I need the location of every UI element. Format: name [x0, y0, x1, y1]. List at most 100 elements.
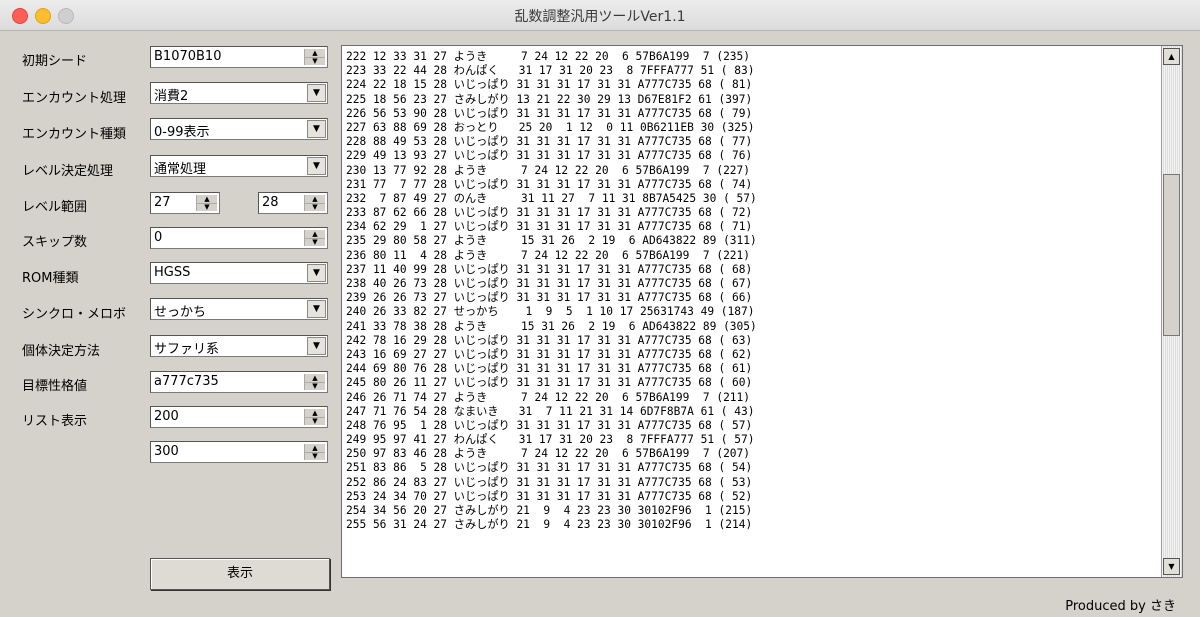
- spin-down-icon[interactable]: ▼: [305, 203, 325, 211]
- list-item[interactable]: 232 7 87 49 27 のんき 31 11 27 7 11 31 8B7A…: [346, 192, 1158, 206]
- spin-down-icon[interactable]: ▼: [305, 57, 325, 65]
- list-count-spinner[interactable]: ▲ ▼: [304, 444, 325, 460]
- list-count-input[interactable]: 300 ▲ ▼: [150, 441, 328, 463]
- list-item[interactable]: 247 71 76 54 28 なまいき 31 7 11 21 31 14 6D…: [346, 405, 1158, 419]
- list-item[interactable]: 243 16 69 27 27 いじっぱり 31 31 31 17 31 31 …: [346, 348, 1158, 362]
- vertical-scrollbar[interactable]: ▲ ▼: [1161, 46, 1182, 577]
- list-item[interactable]: 226 56 53 90 28 いじっぱり 31 31 31 17 31 31 …: [346, 107, 1158, 121]
- list-item[interactable]: 238 40 26 73 28 いじっぱり 31 31 31 17 31 31 …: [346, 277, 1158, 291]
- seed-input[interactable]: B1070B10 ▲ ▼: [150, 46, 328, 68]
- list-item[interactable]: 254 34 56 20 27 さみしがり 21 9 4 23 23 30 30…: [346, 504, 1158, 518]
- list-item[interactable]: 240 26 33 82 27 せっかち 1 9 5 1 10 17 25631…: [346, 305, 1158, 319]
- scroll-up-icon[interactable]: ▲: [1163, 48, 1180, 65]
- rom-type-select[interactable]: HGSS ▼: [150, 262, 328, 284]
- level-min-spinner[interactable]: ▲ ▼: [196, 195, 217, 211]
- target-value-input[interactable]: a777c735 ▲ ▼: [150, 371, 328, 393]
- list-display-label: リスト表示: [22, 414, 88, 429]
- scrollbar-thumb[interactable]: [1163, 174, 1180, 336]
- level-process-label: レベル決定処理: [22, 164, 114, 179]
- results-listbox[interactable]: 222 12 33 31 27 ようき 7 24 12 22 20 6 57B6…: [341, 45, 1183, 578]
- list-item[interactable]: 244 69 80 76 28 いじっぱり 31 31 31 17 31 31 …: [346, 362, 1158, 376]
- title-bar: 乱数調整汎用ツールVer1.1: [0, 0, 1200, 31]
- list-item[interactable]: 253 24 34 70 27 いじっぱり 31 31 31 17 31 31 …: [346, 490, 1158, 504]
- spin-down-icon[interactable]: ▼: [197, 203, 217, 211]
- list-item[interactable]: 251 83 86 5 28 いじっぱり 31 31 31 17 31 31 A…: [346, 461, 1158, 475]
- list-item[interactable]: 222 12 33 31 27 ようき 7 24 12 22 20 6 57B6…: [346, 50, 1158, 64]
- target-value-spinner[interactable]: ▲ ▼: [304, 374, 325, 390]
- list-item[interactable]: 242 78 16 29 28 いじっぱり 31 31 31 17 31 31 …: [346, 334, 1158, 348]
- list-item[interactable]: 235 29 80 58 27 ようき 15 31 26 2 19 6 AD64…: [346, 234, 1158, 248]
- window-title: 乱数調整汎用ツールVer1.1: [514, 9, 686, 25]
- seed-label: 初期シード: [22, 54, 88, 69]
- seed-value: B1070B10: [154, 49, 222, 64]
- chevron-down-icon[interactable]: ▼: [307, 264, 326, 282]
- list-item[interactable]: 246 26 71 74 27 ようき 7 24 12 22 20 6 57B6…: [346, 391, 1158, 405]
- skip-count-input[interactable]: 0 ▲ ▼: [150, 227, 328, 249]
- level-min-value: 27: [154, 195, 171, 210]
- list-item[interactable]: 248 76 95 1 28 いじっぱり 31 31 31 17 31 31 A…: [346, 419, 1158, 433]
- chevron-down-icon[interactable]: ▼: [307, 157, 326, 175]
- synchro-label: シンクロ・メロボ: [22, 307, 127, 322]
- spin-down-icon[interactable]: ▼: [305, 417, 325, 425]
- list-item[interactable]: 250 97 83 46 28 ようき 7 24 12 22 20 6 57B6…: [346, 447, 1158, 461]
- list-start-spinner[interactable]: ▲ ▼: [304, 409, 325, 425]
- list-count-value: 300: [154, 444, 179, 459]
- spin-down-icon[interactable]: ▼: [305, 238, 325, 246]
- pid-method-select[interactable]: サファリ系 ▼: [150, 335, 328, 357]
- level-max-input[interactable]: 28 ▲ ▼: [258, 192, 328, 214]
- chevron-down-icon[interactable]: ▼: [307, 84, 326, 102]
- encounter-type-value: 0-99表示: [154, 125, 210, 140]
- list-start-value: 200: [154, 409, 179, 424]
- level-process-value: 通常処理: [154, 162, 207, 177]
- chevron-down-icon[interactable]: ▼: [307, 120, 326, 138]
- spin-down-icon[interactable]: ▼: [305, 382, 325, 390]
- list-item[interactable]: 252 86 24 83 27 いじっぱり 31 31 31 17 31 31 …: [346, 476, 1158, 490]
- encounter-process-label: エンカウント処理: [22, 91, 127, 106]
- list-item[interactable]: 225 18 56 23 27 さみしがり 13 21 22 30 29 13 …: [346, 93, 1158, 107]
- encounter-process-select[interactable]: 消費2 ▼: [150, 82, 328, 104]
- level-range-label: レベル範囲: [22, 200, 88, 215]
- list-start-input[interactable]: 200 ▲ ▼: [150, 406, 328, 428]
- list-item[interactable]: 249 95 97 41 27 わんぱく 31 17 31 20 23 8 7F…: [346, 433, 1158, 447]
- target-value-label: 目標性格値: [22, 379, 88, 394]
- seed-spinner[interactable]: ▲ ▼: [304, 49, 325, 65]
- skip-count-value: 0: [154, 230, 163, 245]
- list-item[interactable]: 236 80 11 4 28 ようき 7 24 12 22 20 6 57B6A…: [346, 249, 1158, 263]
- encounter-type-select[interactable]: 0-99表示 ▼: [150, 118, 328, 140]
- list-item[interactable]: 234 62 29 1 27 いじっぱり 31 31 31 17 31 31 A…: [346, 220, 1158, 234]
- level-max-spinner[interactable]: ▲ ▼: [304, 195, 325, 211]
- level-min-input[interactable]: 27 ▲ ▼: [150, 192, 220, 214]
- skip-count-label: スキップ数: [22, 235, 88, 250]
- list-item[interactable]: 224 22 18 15 28 いじっぱり 31 31 31 17 31 31 …: [346, 78, 1158, 92]
- rom-type-label: ROM種類: [22, 271, 79, 286]
- list-item[interactable]: 237 11 40 99 28 いじっぱり 31 31 31 17 31 31 …: [346, 263, 1158, 277]
- level-process-select[interactable]: 通常処理 ▼: [150, 155, 328, 177]
- credit-text: Produced by さき: [1065, 599, 1176, 614]
- pid-method-label: 個体決定方法: [22, 344, 101, 359]
- list-item[interactable]: 229 49 13 93 27 いじっぱり 31 31 31 17 31 31 …: [346, 149, 1158, 163]
- results-list: 222 12 33 31 27 ようき 7 24 12 22 20 6 57B6…: [346, 50, 1158, 532]
- list-item[interactable]: 241 33 78 38 28 ようき 15 31 26 2 19 6 AD64…: [346, 320, 1158, 334]
- chevron-down-icon[interactable]: ▼: [307, 300, 326, 318]
- list-item[interactable]: 231 77 7 77 28 いじっぱり 31 31 31 17 31 31 A…: [346, 178, 1158, 192]
- list-item[interactable]: 255 56 31 24 27 さみしがり 21 9 4 23 23 30 30…: [346, 518, 1158, 532]
- list-item[interactable]: 230 13 77 92 28 ようき 7 24 12 22 20 6 57B6…: [346, 164, 1158, 178]
- show-button[interactable]: 表示: [150, 558, 330, 590]
- spin-down-icon[interactable]: ▼: [305, 452, 325, 460]
- synchro-select[interactable]: せっかち ▼: [150, 298, 328, 320]
- list-item[interactable]: 228 88 49 53 28 いじっぱり 31 31 31 17 31 31 …: [346, 135, 1158, 149]
- encounter-process-value: 消費2: [154, 89, 189, 104]
- list-item[interactable]: 227 63 88 69 28 おっとり 25 20 1 12 0 11 0B6…: [346, 121, 1158, 135]
- pid-method-value: サファリ系: [154, 342, 220, 357]
- list-item[interactable]: 239 26 26 73 27 いじっぱり 31 31 31 17 31 31 …: [346, 291, 1158, 305]
- list-item[interactable]: 223 33 22 44 28 わんぱく 31 17 31 20 23 8 7F…: [346, 64, 1158, 78]
- skip-count-spinner[interactable]: ▲ ▼: [304, 230, 325, 246]
- rom-type-value: HGSS: [154, 265, 191, 280]
- scroll-down-icon[interactable]: ▼: [1163, 558, 1180, 575]
- synchro-value: せっかち: [154, 305, 207, 320]
- list-item[interactable]: 233 87 62 66 28 いじっぱり 31 31 31 17 31 31 …: [346, 206, 1158, 220]
- level-max-value: 28: [262, 195, 279, 210]
- list-item[interactable]: 245 80 26 11 27 いじっぱり 31 31 31 17 31 31 …: [346, 376, 1158, 390]
- chevron-down-icon[interactable]: ▼: [307, 337, 326, 355]
- encounter-type-label: エンカウント種類: [22, 127, 127, 142]
